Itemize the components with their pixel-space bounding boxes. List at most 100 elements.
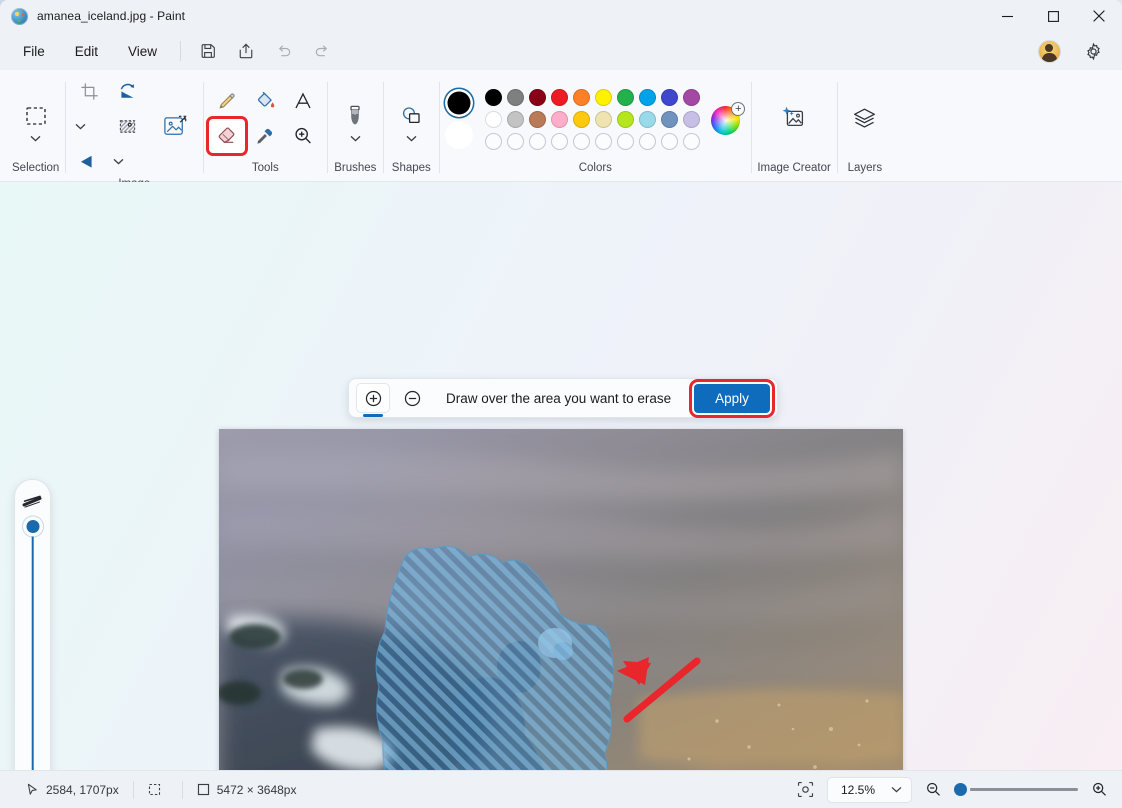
secondary-color-swatch[interactable] bbox=[445, 121, 473, 149]
color-swatch-r2-c3[interactable] bbox=[551, 111, 568, 128]
shapes-dropdown[interactable] bbox=[389, 135, 433, 142]
group-image: Image bbox=[65, 74, 203, 181]
resize-tool[interactable] bbox=[153, 104, 197, 148]
subtract-from-selection-button[interactable] bbox=[395, 383, 429, 413]
menu-file[interactable]: File bbox=[10, 39, 58, 64]
save-button[interactable] bbox=[192, 36, 224, 66]
color-swatch-r2-c6[interactable] bbox=[617, 111, 634, 128]
add-to-selection-button[interactable] bbox=[356, 383, 390, 413]
apply-button[interactable]: Apply bbox=[694, 384, 770, 413]
color-swatch-r1-c1[interactable] bbox=[507, 89, 524, 106]
slider-track bbox=[31, 527, 34, 770]
color-swatch-r1-c9[interactable] bbox=[683, 89, 700, 106]
color-swatch-r2-c7[interactable] bbox=[639, 111, 656, 128]
brushes-tool[interactable] bbox=[333, 94, 377, 138]
color-swatch-r2-c4[interactable] bbox=[573, 111, 590, 128]
zoom-in-button[interactable] bbox=[1088, 779, 1110, 801]
group-label-shapes: Shapes bbox=[392, 162, 431, 181]
account-button[interactable] bbox=[1033, 36, 1065, 66]
selection-dropdown[interactable] bbox=[14, 135, 58, 142]
pencil-tool[interactable] bbox=[209, 84, 245, 118]
color-swatch-r1-c5[interactable] bbox=[595, 89, 612, 106]
settings-button[interactable] bbox=[1077, 36, 1109, 66]
close-button[interactable] bbox=[1076, 0, 1122, 32]
layers-tool[interactable] bbox=[843, 96, 887, 140]
current-colors bbox=[445, 89, 473, 149]
canvas-workspace: Draw over the area you want to erase App… bbox=[0, 182, 1122, 770]
color-swatch-empty-6[interactable] bbox=[617, 133, 634, 150]
zoom-slider[interactable] bbox=[954, 782, 1078, 798]
share-button[interactable] bbox=[230, 36, 262, 66]
color-swatch-r2-c9[interactable] bbox=[683, 111, 700, 128]
image-tools bbox=[71, 74, 197, 178]
image-dropdown-top[interactable] bbox=[71, 109, 89, 143]
menu-divider bbox=[180, 41, 181, 61]
zoom-out-button[interactable] bbox=[922, 779, 944, 801]
image-tools-grid bbox=[71, 74, 145, 178]
slider-thumb[interactable] bbox=[26, 520, 39, 533]
window-title: amanea_iceland.jpg - Paint bbox=[37, 9, 185, 23]
selection-tools bbox=[14, 74, 58, 162]
color-swatch-r2-c2[interactable] bbox=[529, 111, 546, 128]
zoom-slider-thumb[interactable] bbox=[954, 783, 967, 796]
crop-tool[interactable] bbox=[71, 74, 107, 108]
ribbon-toolbar: Selection bbox=[0, 70, 1122, 182]
fit-to-window-button[interactable] bbox=[795, 779, 817, 801]
color-swatch-r1-c6[interactable] bbox=[617, 89, 634, 106]
flip-tool[interactable] bbox=[71, 144, 107, 178]
color-swatch-r1-c7[interactable] bbox=[639, 89, 656, 106]
brush-size-panel bbox=[14, 479, 51, 770]
color-swatch-r1-c2[interactable] bbox=[529, 89, 546, 106]
maximize-button[interactable] bbox=[1030, 0, 1076, 32]
redo-button[interactable] bbox=[306, 36, 338, 66]
color-swatch-r2-c0[interactable] bbox=[485, 111, 502, 128]
color-swatch-r1-c4[interactable] bbox=[573, 89, 590, 106]
color-swatch-empty-4[interactable] bbox=[573, 133, 590, 150]
color-swatch-r2-c1[interactable] bbox=[507, 111, 524, 128]
minimize-button[interactable] bbox=[984, 0, 1030, 32]
add-color-button[interactable]: + bbox=[711, 102, 745, 136]
image-creator-tool[interactable] bbox=[772, 96, 816, 140]
brushes-dropdown[interactable] bbox=[333, 135, 377, 142]
color-swatch-empty-0[interactable] bbox=[485, 133, 502, 150]
window-controls bbox=[984, 0, 1122, 32]
zoom-level-value: 12.5% bbox=[841, 783, 875, 797]
color-swatch-r2-c8[interactable] bbox=[661, 111, 678, 128]
magnifier-tool[interactable] bbox=[285, 119, 321, 153]
status-bar-right: 12.5% bbox=[795, 777, 1110, 803]
color-swatch-r2-c5[interactable] bbox=[595, 111, 612, 128]
color-swatch-empty-9[interactable] bbox=[683, 133, 700, 150]
layers-body bbox=[843, 74, 887, 162]
menu-view[interactable]: View bbox=[115, 39, 170, 64]
color-swatch-empty-7[interactable] bbox=[639, 133, 656, 150]
color-swatch-r1-c0[interactable] bbox=[485, 89, 502, 106]
rectangle-select-tool[interactable] bbox=[14, 94, 58, 138]
rotate-tool[interactable] bbox=[109, 74, 145, 108]
image-canvas[interactable] bbox=[219, 429, 903, 770]
group-selection: Selection bbox=[6, 74, 65, 181]
zoom-in-icon bbox=[1091, 781, 1108, 798]
eyedropper-tool[interactable] bbox=[247, 119, 283, 153]
image-dropdown-bottom[interactable] bbox=[109, 144, 127, 178]
text-tool[interactable] bbox=[285, 84, 321, 118]
zoom-level-dropdown[interactable]: 12.5% bbox=[827, 777, 912, 803]
fill-tool[interactable] bbox=[247, 84, 283, 118]
eraser-tool[interactable] bbox=[209, 119, 245, 153]
undo-button[interactable] bbox=[268, 36, 300, 66]
status-bar: 2584, 1707px 5472 × 3648px 12.5 bbox=[0, 770, 1122, 808]
color-swatch-empty-5[interactable] bbox=[595, 133, 612, 150]
color-swatch-r1-c8[interactable] bbox=[661, 89, 678, 106]
color-swatch-empty-3[interactable] bbox=[551, 133, 568, 150]
shapes-tool[interactable] bbox=[389, 94, 433, 138]
color-swatch-empty-8[interactable] bbox=[661, 133, 678, 150]
color-swatch-empty-1[interactable] bbox=[507, 133, 524, 150]
selection-size-cell bbox=[134, 783, 182, 796]
color-swatch-empty-2[interactable] bbox=[529, 133, 546, 150]
brush-size-slider[interactable] bbox=[15, 513, 50, 770]
color-swatch-r1-c3[interactable] bbox=[551, 89, 568, 106]
primary-color-swatch[interactable] bbox=[445, 89, 473, 117]
remove-background-tool[interactable] bbox=[109, 109, 145, 143]
group-colors: + Colors bbox=[439, 74, 751, 181]
group-layers: Layers bbox=[837, 74, 893, 181]
menu-edit[interactable]: Edit bbox=[62, 39, 111, 64]
